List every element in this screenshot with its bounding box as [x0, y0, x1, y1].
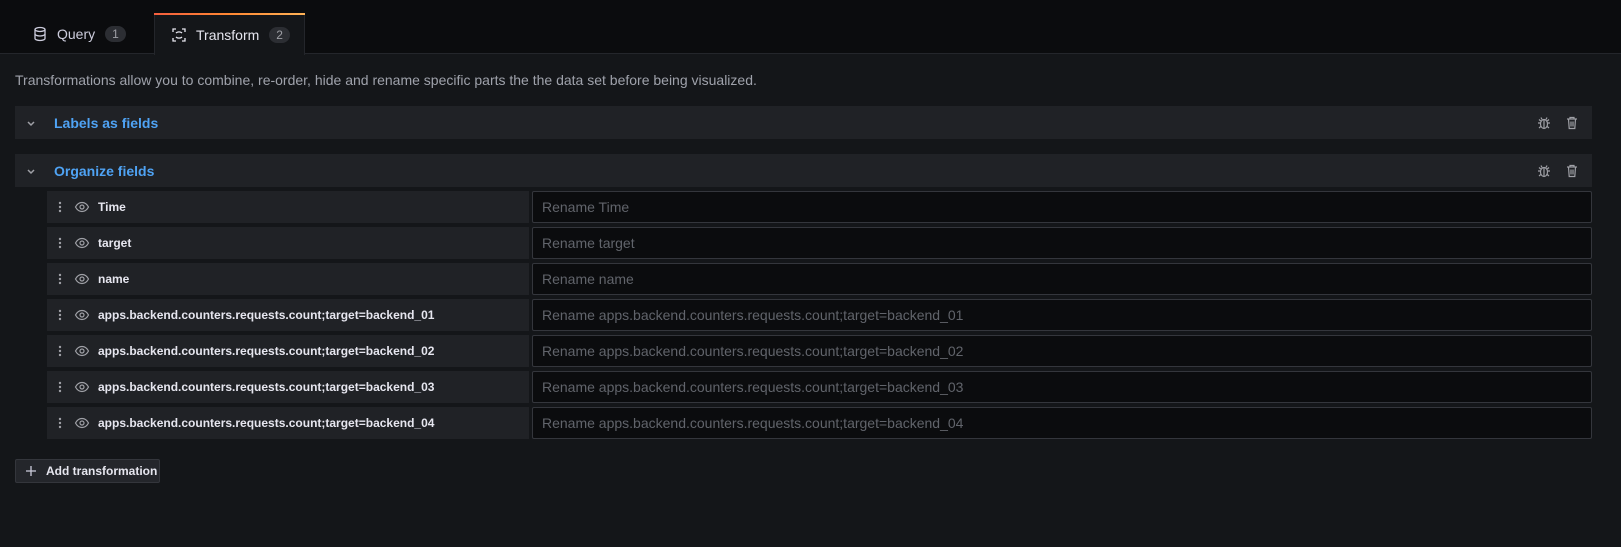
- database-icon: [32, 26, 48, 42]
- drag-handle-icon[interactable]: [54, 343, 66, 359]
- bug-icon[interactable]: [1536, 163, 1552, 179]
- plus-icon: [25, 465, 37, 477]
- tab-transform[interactable]: Transform 2: [154, 13, 305, 55]
- field-row: apps.backend.counters.requests.count;tar…: [47, 371, 1592, 404]
- rename-field-input[interactable]: [532, 407, 1592, 439]
- field-name-cell: name: [47, 263, 529, 295]
- field-name: Time: [98, 200, 126, 214]
- drag-handle-icon[interactable]: [54, 199, 66, 215]
- eye-icon[interactable]: [74, 415, 90, 431]
- tab-transform-label: Transform: [196, 26, 260, 43]
- eye-icon[interactable]: [74, 235, 90, 251]
- add-transformation-label: Add transformation: [46, 464, 158, 478]
- field-row: apps.backend.counters.requests.count;tar…: [47, 299, 1592, 332]
- drag-handle-icon[interactable]: [54, 379, 66, 395]
- tab-query-count: 1: [105, 26, 126, 42]
- field-row: apps.backend.counters.requests.count;tar…: [47, 335, 1592, 368]
- rename-field-input[interactable]: [532, 191, 1592, 223]
- transformation-actions: [1536, 163, 1580, 179]
- eye-icon[interactable]: [74, 343, 90, 359]
- drag-handle-icon[interactable]: [54, 307, 66, 323]
- tab-transform-count: 2: [269, 26, 290, 43]
- field-name-cell: apps.backend.counters.requests.count;tar…: [47, 407, 529, 439]
- trash-icon[interactable]: [1564, 163, 1580, 179]
- field-row: apps.backend.counters.requests.count;tar…: [47, 407, 1592, 440]
- eye-icon[interactable]: [74, 199, 90, 215]
- field-name: apps.backend.counters.requests.count;tar…: [98, 308, 435, 322]
- rename-field-input[interactable]: [532, 371, 1592, 403]
- transform-icon: [171, 27, 187, 43]
- eye-icon[interactable]: [74, 271, 90, 287]
- add-transformation-button[interactable]: Add transformation: [15, 459, 160, 483]
- chevron-down-icon[interactable]: [23, 115, 39, 131]
- field-row: name: [47, 263, 1592, 296]
- field-name-cell: apps.backend.counters.requests.count;tar…: [47, 371, 529, 403]
- eye-icon[interactable]: [74, 307, 90, 323]
- transformation-title[interactable]: Labels as fields: [54, 115, 158, 131]
- bug-icon[interactable]: [1536, 115, 1552, 131]
- field-name: name: [98, 272, 130, 286]
- transformation-header-labels-as-fields[interactable]: Labels as fields: [15, 106, 1592, 139]
- eye-icon[interactable]: [74, 379, 90, 395]
- field-name-cell: apps.backend.counters.requests.count;tar…: [47, 299, 529, 331]
- transformation-title[interactable]: Organize fields: [54, 163, 154, 179]
- trash-icon[interactable]: [1564, 115, 1580, 131]
- field-name: apps.backend.counters.requests.count;tar…: [98, 344, 435, 358]
- tab-bar: Query 1 Transform 2: [0, 0, 1621, 55]
- field-name: apps.backend.counters.requests.count;tar…: [98, 416, 435, 430]
- chevron-down-icon[interactable]: [23, 163, 39, 179]
- tab-query[interactable]: Query 1: [16, 13, 142, 55]
- drag-handle-icon[interactable]: [54, 415, 66, 431]
- field-name-cell: target: [47, 227, 529, 259]
- transformation-header-organize-fields[interactable]: Organize fields: [15, 154, 1592, 187]
- drag-handle-icon[interactable]: [54, 235, 66, 251]
- transformations-description: Transformations allow you to combine, re…: [15, 72, 757, 88]
- rename-field-input[interactable]: [532, 263, 1592, 295]
- rename-field-input[interactable]: [532, 227, 1592, 259]
- tab-query-label: Query: [57, 26, 96, 42]
- rename-field-input[interactable]: [532, 335, 1592, 367]
- field-name-cell: apps.backend.counters.requests.count;tar…: [47, 335, 529, 367]
- rename-field-input[interactable]: [532, 299, 1592, 331]
- field-name: apps.backend.counters.requests.count;tar…: [98, 380, 435, 394]
- field-name-cell: Time: [47, 191, 529, 223]
- drag-handle-icon[interactable]: [54, 271, 66, 287]
- field-row: Time: [47, 191, 1592, 224]
- field-row: target: [47, 227, 1592, 260]
- field-name: target: [98, 236, 132, 250]
- transformation-actions: [1536, 115, 1580, 131]
